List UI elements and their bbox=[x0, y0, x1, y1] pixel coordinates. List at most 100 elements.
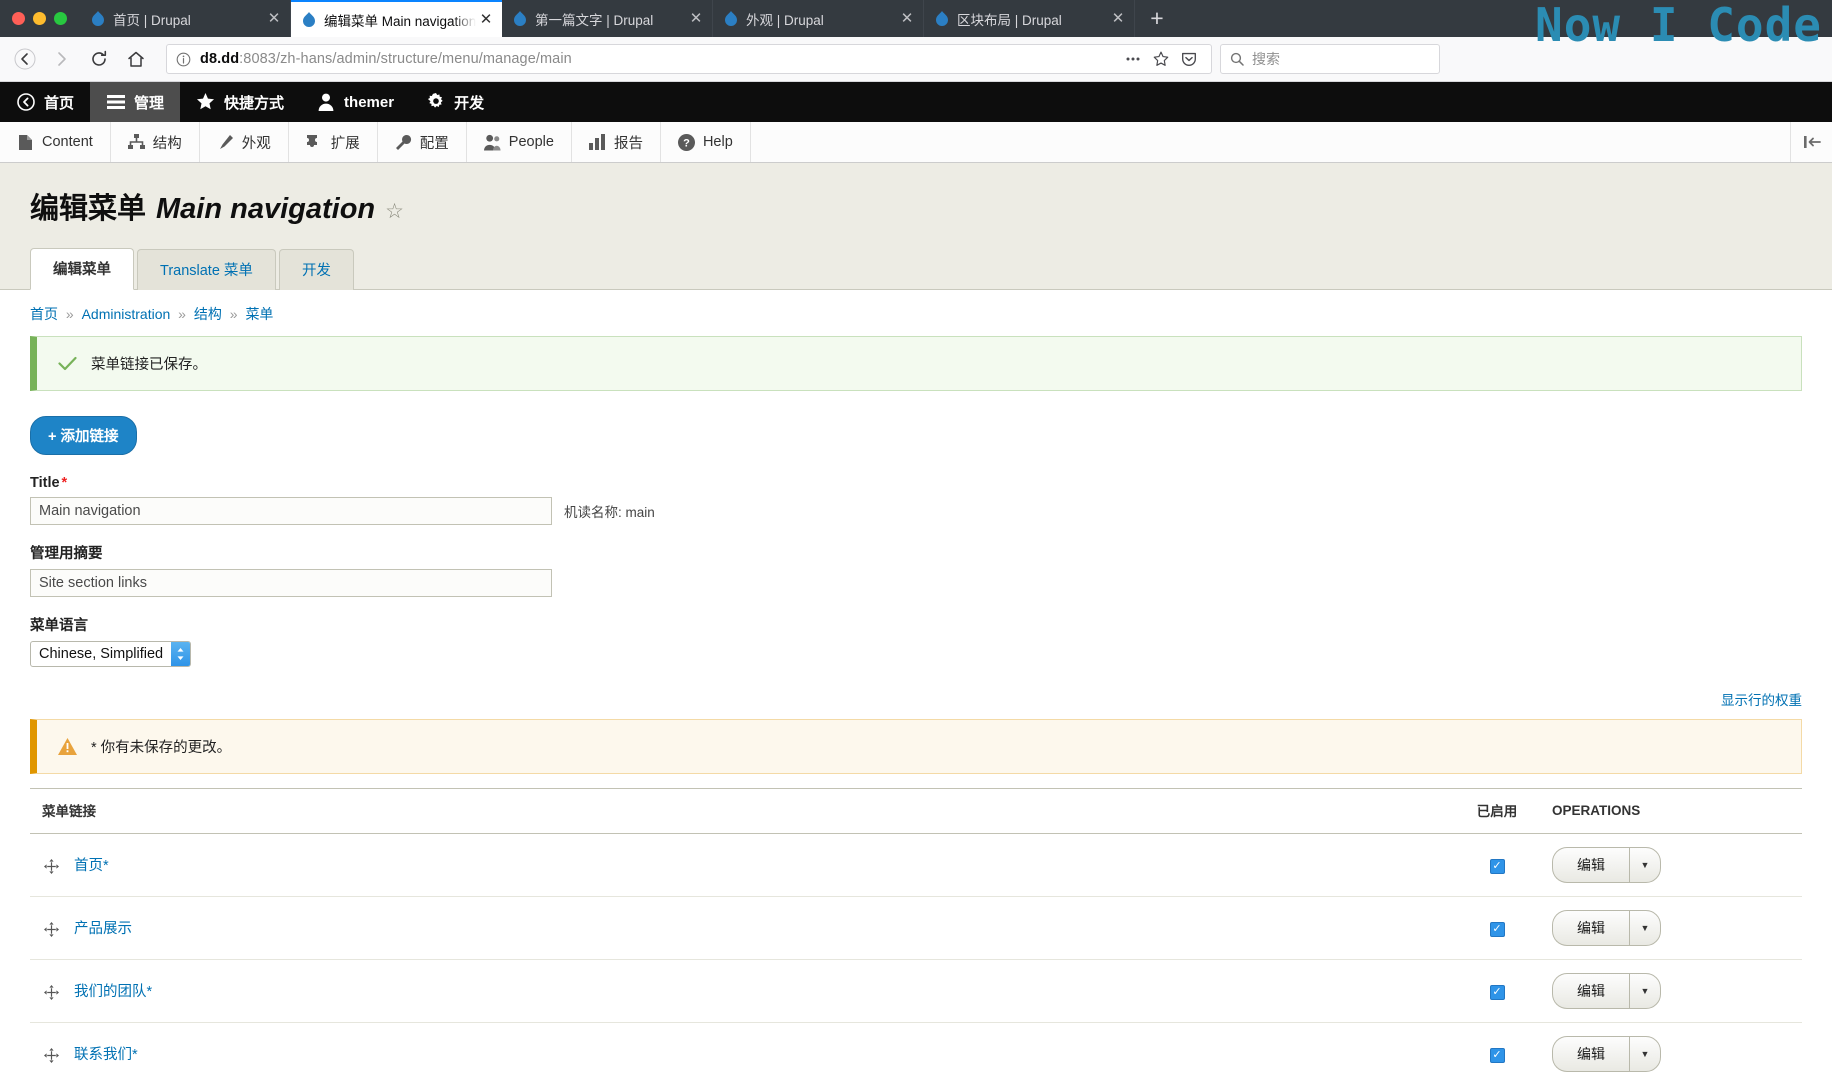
menu-links-table: 菜单链接 已启用 OPERATIONS 首页* ✓ 编辑 ▼ 产品展示 ✓ 编辑… bbox=[30, 788, 1802, 1080]
operations-dropbutton: 编辑 ▼ bbox=[1552, 973, 1661, 1009]
drag-handle-icon[interactable] bbox=[42, 984, 60, 1002]
menu-link-title[interactable]: 产品展示 bbox=[74, 921, 132, 937]
add-link-button[interactable]: + 添加链接 bbox=[30, 416, 137, 455]
browser-tab-3[interactable]: 第一篇文字 | Drupal ✕ bbox=[502, 0, 713, 37]
url-path: :8083/zh-hans/admin/structure/menu/manag… bbox=[239, 51, 572, 67]
reload-button[interactable] bbox=[82, 42, 116, 76]
tray-item-configuration[interactable]: 配置 bbox=[378, 122, 467, 162]
breadcrumb-separator: » bbox=[178, 306, 186, 322]
operations-dropbutton: 编辑 ▼ bbox=[1552, 847, 1661, 883]
window-traffic-lights bbox=[0, 0, 80, 37]
chevron-down-icon[interactable]: ▼ bbox=[1629, 847, 1661, 883]
close-window-button[interactable] bbox=[12, 12, 25, 25]
column-header-enabled: 已启用 bbox=[1452, 788, 1542, 834]
summary-input[interactable] bbox=[30, 569, 552, 597]
forward-button[interactable] bbox=[45, 42, 79, 76]
search-bar[interactable]: 搜索 bbox=[1220, 44, 1440, 74]
tray-item-help[interactable]: ? Help bbox=[661, 122, 751, 162]
menu-link-cell: 首页* bbox=[30, 833, 1452, 897]
menu-link-cell: 联系我们* bbox=[30, 1022, 1452, 1080]
breadcrumb-item-menus[interactable]: 菜单 bbox=[245, 306, 273, 322]
reports-icon bbox=[588, 134, 606, 151]
breadcrumb-item-structure[interactable]: 结构 bbox=[194, 306, 222, 322]
menu-link-cell: 产品展示 bbox=[30, 896, 1452, 960]
toolbar-item-devel[interactable]: 开发 bbox=[410, 82, 500, 122]
page-actions-icon[interactable] bbox=[1120, 46, 1146, 72]
title-input[interactable] bbox=[30, 497, 552, 525]
minimize-window-button[interactable] bbox=[33, 12, 46, 25]
new-tab-button[interactable]: + bbox=[1141, 2, 1173, 34]
chevron-down-icon[interactable]: ▼ bbox=[1629, 973, 1661, 1009]
title-label-text: Title bbox=[30, 475, 60, 491]
edit-button[interactable]: 编辑 bbox=[1552, 910, 1629, 946]
tray-item-structure[interactable]: 结构 bbox=[111, 122, 200, 162]
toolbar-item-manage[interactable]: 管理 bbox=[90, 82, 181, 122]
url-bar[interactable]: d8.dd:8083/zh-hans/admin/structure/menu/… bbox=[166, 44, 1212, 74]
changed-marker: * bbox=[103, 858, 109, 875]
breadcrumb-item-home[interactable]: 首页 bbox=[30, 306, 58, 322]
toolbar-orientation-icon[interactable] bbox=[1790, 122, 1832, 162]
favorite-star-icon[interactable]: ☆ bbox=[385, 199, 404, 224]
required-marker: * bbox=[61, 475, 68, 491]
browser-tab-5[interactable]: 区块布局 | Drupal ✕ bbox=[924, 0, 1135, 37]
home-button[interactable] bbox=[119, 42, 153, 76]
back-button[interactable] bbox=[8, 42, 42, 76]
table-header-row: 菜单链接 已启用 OPERATIONS bbox=[30, 788, 1802, 834]
language-select[interactable]: Chinese, Simplified bbox=[30, 641, 192, 667]
chevron-down-icon[interactable]: ▼ bbox=[1629, 1036, 1661, 1072]
tray-item-appearance[interactable]: 外观 bbox=[200, 122, 289, 162]
watermark-now-i-code: Now I Code bbox=[1535, 0, 1822, 52]
extend-icon bbox=[306, 134, 323, 151]
tab-close-icon[interactable]: ✕ bbox=[897, 9, 917, 29]
site-info-icon[interactable] bbox=[176, 52, 191, 67]
tray-item-people[interactable]: People bbox=[467, 122, 572, 162]
enabled-checkbox[interactable]: ✓ bbox=[1489, 984, 1505, 1000]
browser-tab-title: 外观 | Drupal bbox=[746, 12, 824, 28]
browser-tab-2[interactable]: 编辑菜单 Main navigation | Drupal ✕ bbox=[291, 0, 502, 37]
chevron-updown-icon bbox=[171, 642, 191, 666]
enabled-checkbox[interactable]: ✓ bbox=[1489, 858, 1505, 874]
tab-close-icon[interactable]: ✕ bbox=[686, 9, 706, 29]
maximize-window-button[interactable] bbox=[54, 12, 67, 25]
pocket-icon[interactable] bbox=[1176, 46, 1202, 72]
browser-tab-1[interactable]: 首页 | Drupal ✕ bbox=[80, 0, 291, 37]
enabled-checkbox[interactable]: ✓ bbox=[1489, 1047, 1505, 1063]
toolbar-item-home[interactable]: 首页 bbox=[0, 82, 90, 122]
bookmark-star-icon[interactable] bbox=[1148, 46, 1174, 72]
tray-item-extend[interactable]: 扩展 bbox=[289, 122, 378, 162]
warning-icon bbox=[57, 737, 77, 757]
drag-handle-icon[interactable] bbox=[42, 1047, 60, 1065]
summary-field-label: 管理用摘要 bbox=[30, 546, 103, 562]
menu-link-title[interactable]: 首页* bbox=[74, 858, 109, 874]
edit-button[interactable]: 编辑 bbox=[1552, 973, 1629, 1009]
tab-close-icon[interactable]: ✕ bbox=[476, 10, 496, 30]
drupal-favicon bbox=[301, 12, 317, 28]
people-icon bbox=[483, 134, 501, 151]
edit-button[interactable]: 编辑 bbox=[1552, 847, 1629, 883]
summary-field-row bbox=[30, 569, 1802, 597]
menu-link-title[interactable]: 联系我们* bbox=[74, 1047, 138, 1063]
chevron-down-icon[interactable]: ▼ bbox=[1629, 910, 1661, 946]
toolbar-item-user[interactable]: themer bbox=[300, 82, 410, 122]
tab-translate-menu[interactable]: Translate 菜单 bbox=[137, 249, 276, 290]
enabled-checkbox[interactable]: ✓ bbox=[1489, 921, 1505, 937]
menu-link-title[interactable]: 我们的团队* bbox=[74, 984, 152, 1000]
breadcrumb-item-administration[interactable]: Administration bbox=[82, 306, 171, 322]
drag-handle-icon[interactable] bbox=[42, 858, 60, 876]
table-row: 联系我们* ✓ 编辑 ▼ bbox=[30, 1022, 1802, 1080]
tray-item-content[interactable]: Content bbox=[0, 122, 111, 162]
enabled-cell: ✓ bbox=[1452, 896, 1542, 960]
tray-item-label: 外观 bbox=[241, 135, 271, 152]
tab-edit-menu[interactable]: 编辑菜单 bbox=[30, 248, 134, 290]
toolbar-item-shortcuts[interactable]: 快捷方式 bbox=[180, 82, 300, 122]
tray-item-label: Content bbox=[42, 134, 93, 150]
show-row-weights-link[interactable]: 显示行的权重 bbox=[30, 673, 1802, 719]
tab-devel[interactable]: 开发 bbox=[278, 249, 354, 290]
tray-item-reports[interactable]: 报告 bbox=[572, 122, 661, 162]
drag-handle-icon[interactable] bbox=[42, 921, 60, 939]
page-title-prefix: 编辑菜单 bbox=[30, 193, 147, 225]
tab-close-icon[interactable]: ✕ bbox=[264, 9, 284, 29]
tab-close-icon[interactable]: ✕ bbox=[1108, 9, 1128, 29]
edit-button[interactable]: 编辑 bbox=[1552, 1036, 1629, 1072]
browser-tab-4[interactable]: 外观 | Drupal ✕ bbox=[713, 0, 924, 37]
